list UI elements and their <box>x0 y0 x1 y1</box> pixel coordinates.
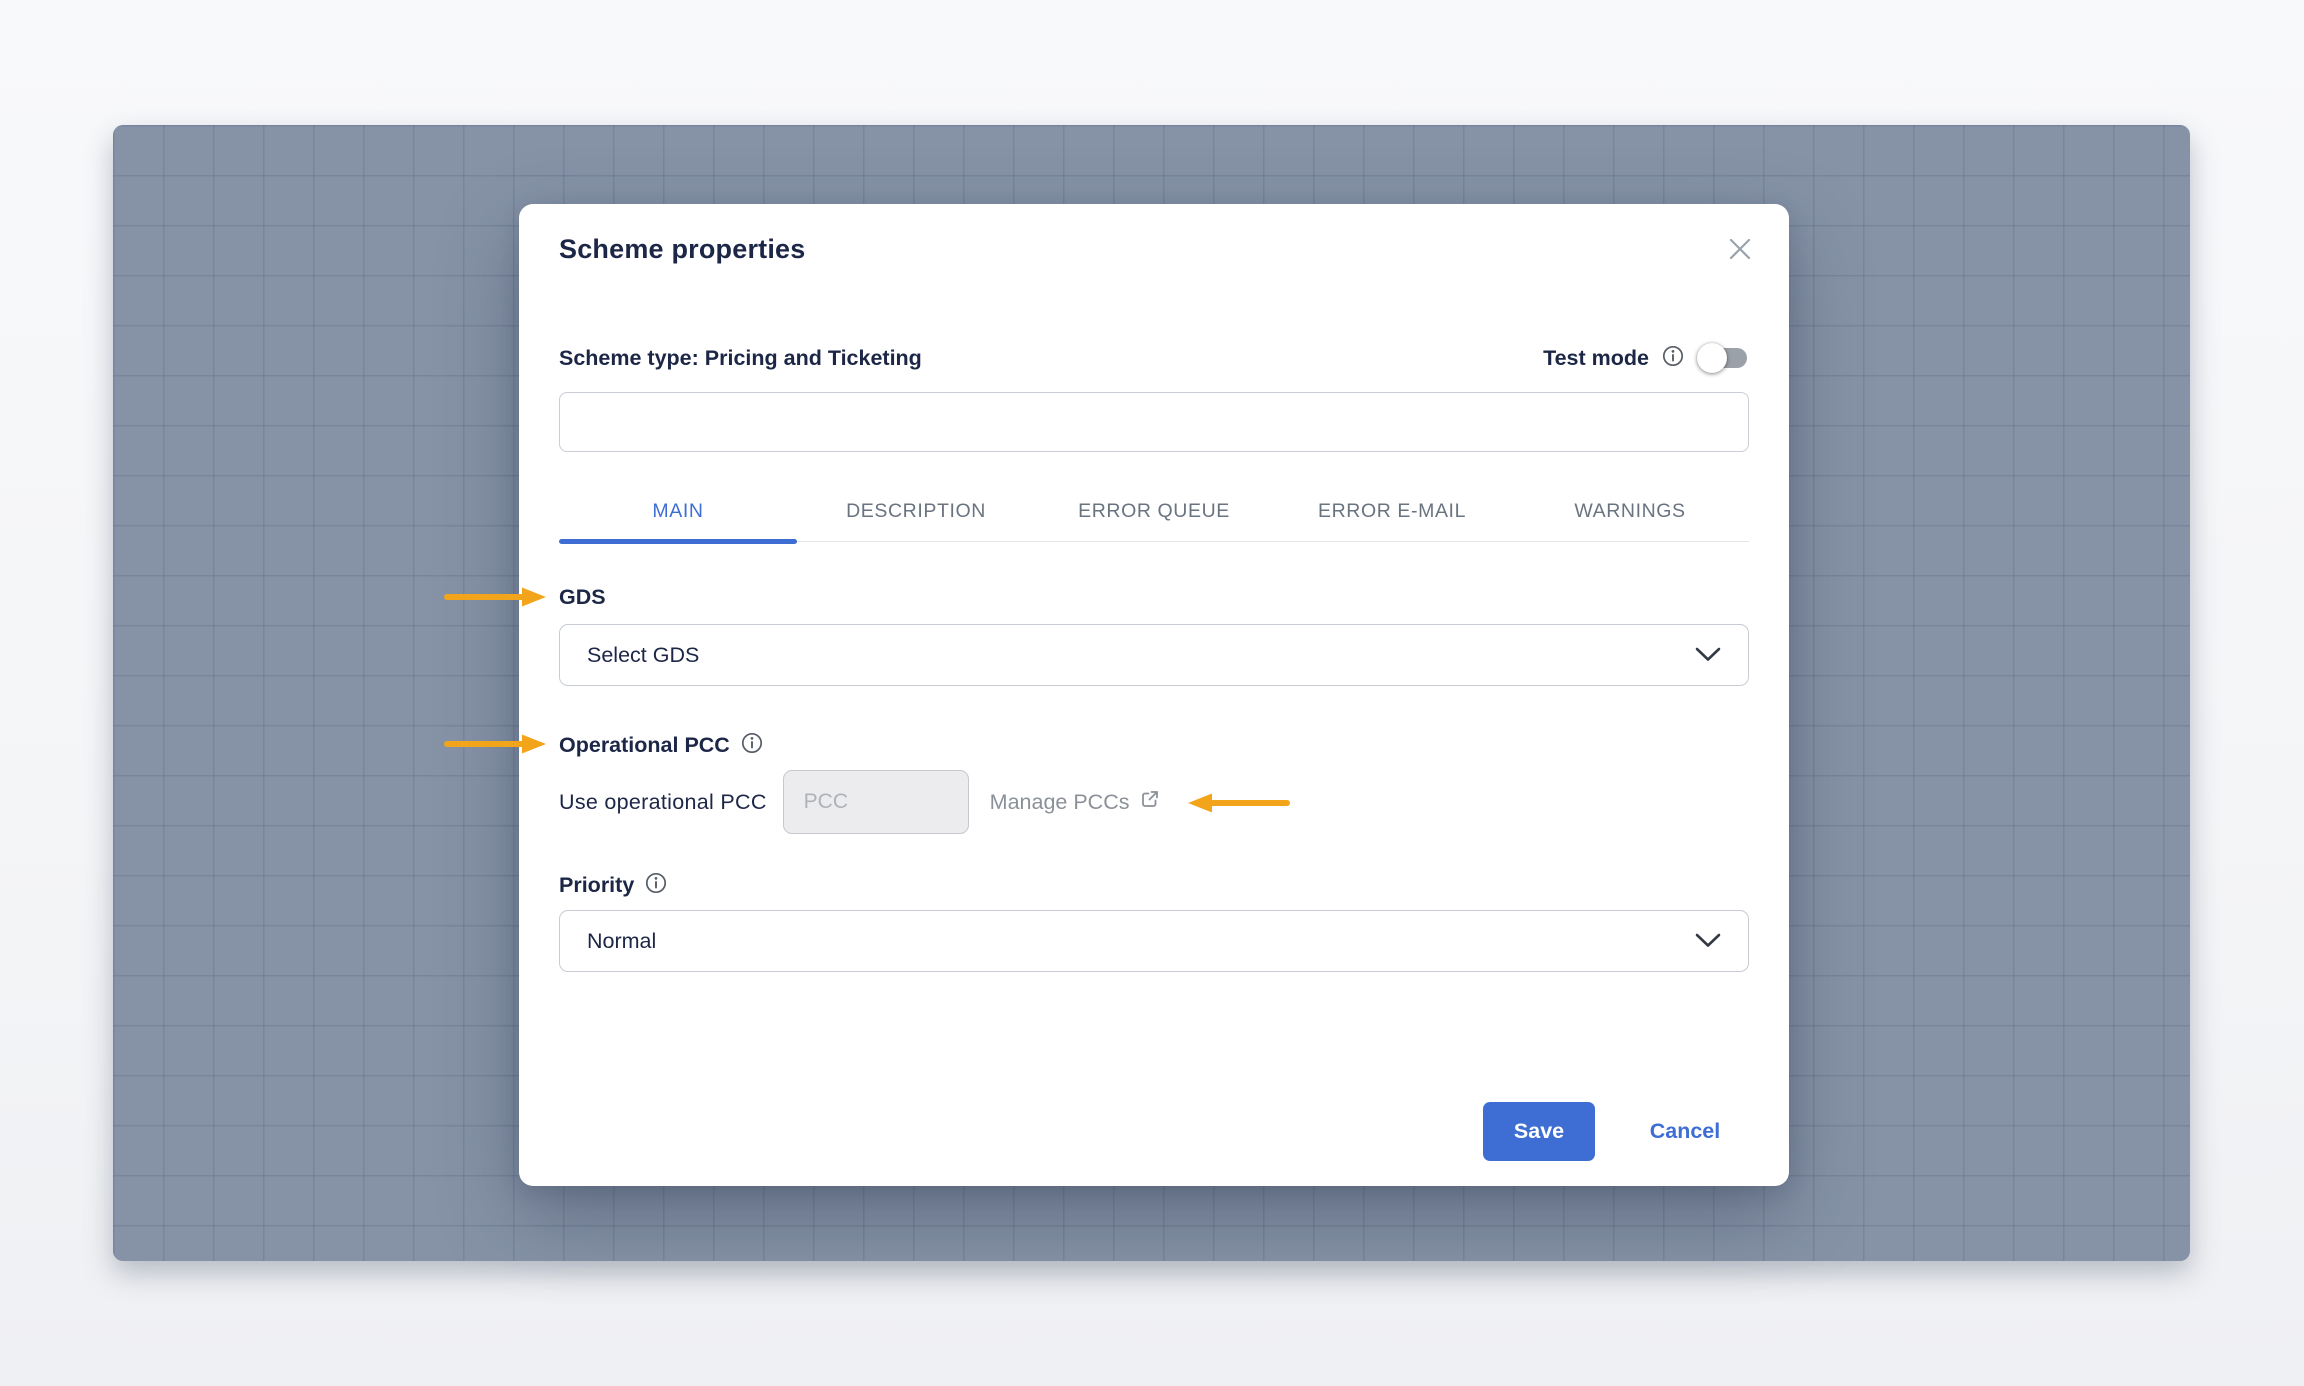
tab-warnings[interactable]: WARNINGS <box>1511 481 1749 541</box>
gds-label-row: GDS <box>559 582 606 612</box>
gds-label: GDS <box>559 585 606 610</box>
tab-error-queue[interactable]: ERROR QUEUE <box>1035 481 1273 541</box>
scheme-type-label: Scheme type: Pricing and Ticketing <box>559 346 922 371</box>
tab-error-email-label: ERROR E-MAIL <box>1318 500 1466 523</box>
gds-select-value: Select GDS <box>587 643 699 668</box>
arrow-right-icon <box>444 586 548 608</box>
use-operational-pcc-row: Use operational PCC Manage PCCs <box>559 770 1161 834</box>
priority-select-value: Normal <box>587 929 656 954</box>
active-tab-underline <box>559 539 797 544</box>
pcc-input[interactable] <box>783 770 969 834</box>
scheme-type-row: Scheme type: Pricing and Ticketing Test … <box>559 340 1749 376</box>
info-icon[interactable] <box>1662 345 1684 372</box>
tab-description-label: DESCRIPTION <box>846 500 986 523</box>
chevron-down-icon <box>1695 643 1721 668</box>
scheme-properties-modal: Scheme properties Scheme type: Pricing a… <box>519 204 1789 1186</box>
chevron-down-icon <box>1695 929 1721 954</box>
scheme-name-input[interactable] <box>559 392 1749 452</box>
manage-pccs-label: Manage PCCs <box>990 790 1130 815</box>
operational-pcc-label: Operational PCC <box>559 733 730 758</box>
manage-pccs-link[interactable]: Manage PCCs <box>990 788 1161 816</box>
priority-label: Priority <box>559 873 634 898</box>
close-icon <box>1726 235 1754 268</box>
arrow-right-icon <box>444 733 548 755</box>
info-icon[interactable] <box>645 872 667 899</box>
tab-warnings-label: WARNINGS <box>1574 500 1685 523</box>
tab-main[interactable]: MAIN <box>559 481 797 541</box>
test-mode-label: Test mode <box>1543 346 1649 371</box>
test-mode-toggle[interactable] <box>1697 343 1749 373</box>
tab-description[interactable]: DESCRIPTION <box>797 481 1035 541</box>
use-operational-pcc-label: Use operational PCC <box>559 790 767 815</box>
test-mode-group: Test mode <box>1543 343 1749 373</box>
priority-label-row: Priority <box>559 870 667 900</box>
cancel-button[interactable]: Cancel <box>1625 1102 1745 1161</box>
save-button[interactable]: Save <box>1483 1102 1595 1161</box>
modal-title: Scheme properties <box>559 234 806 265</box>
operational-pcc-label-row: Operational PCC <box>559 730 763 760</box>
gds-select[interactable]: Select GDS <box>559 624 1749 686</box>
external-link-icon <box>1139 788 1161 816</box>
arrow-left-icon <box>1186 792 1290 814</box>
toggle-thumb <box>1697 343 1727 373</box>
info-icon[interactable] <box>741 732 763 759</box>
close-button[interactable] <box>1725 236 1755 266</box>
priority-select[interactable]: Normal <box>559 910 1749 972</box>
tab-main-label: MAIN <box>652 500 703 523</box>
tab-error-email[interactable]: ERROR E-MAIL <box>1273 481 1511 541</box>
tab-bar: MAIN DESCRIPTION ERROR QUEUE ERROR E-MAI… <box>559 481 1749 542</box>
tab-error-queue-label: ERROR QUEUE <box>1078 500 1230 523</box>
